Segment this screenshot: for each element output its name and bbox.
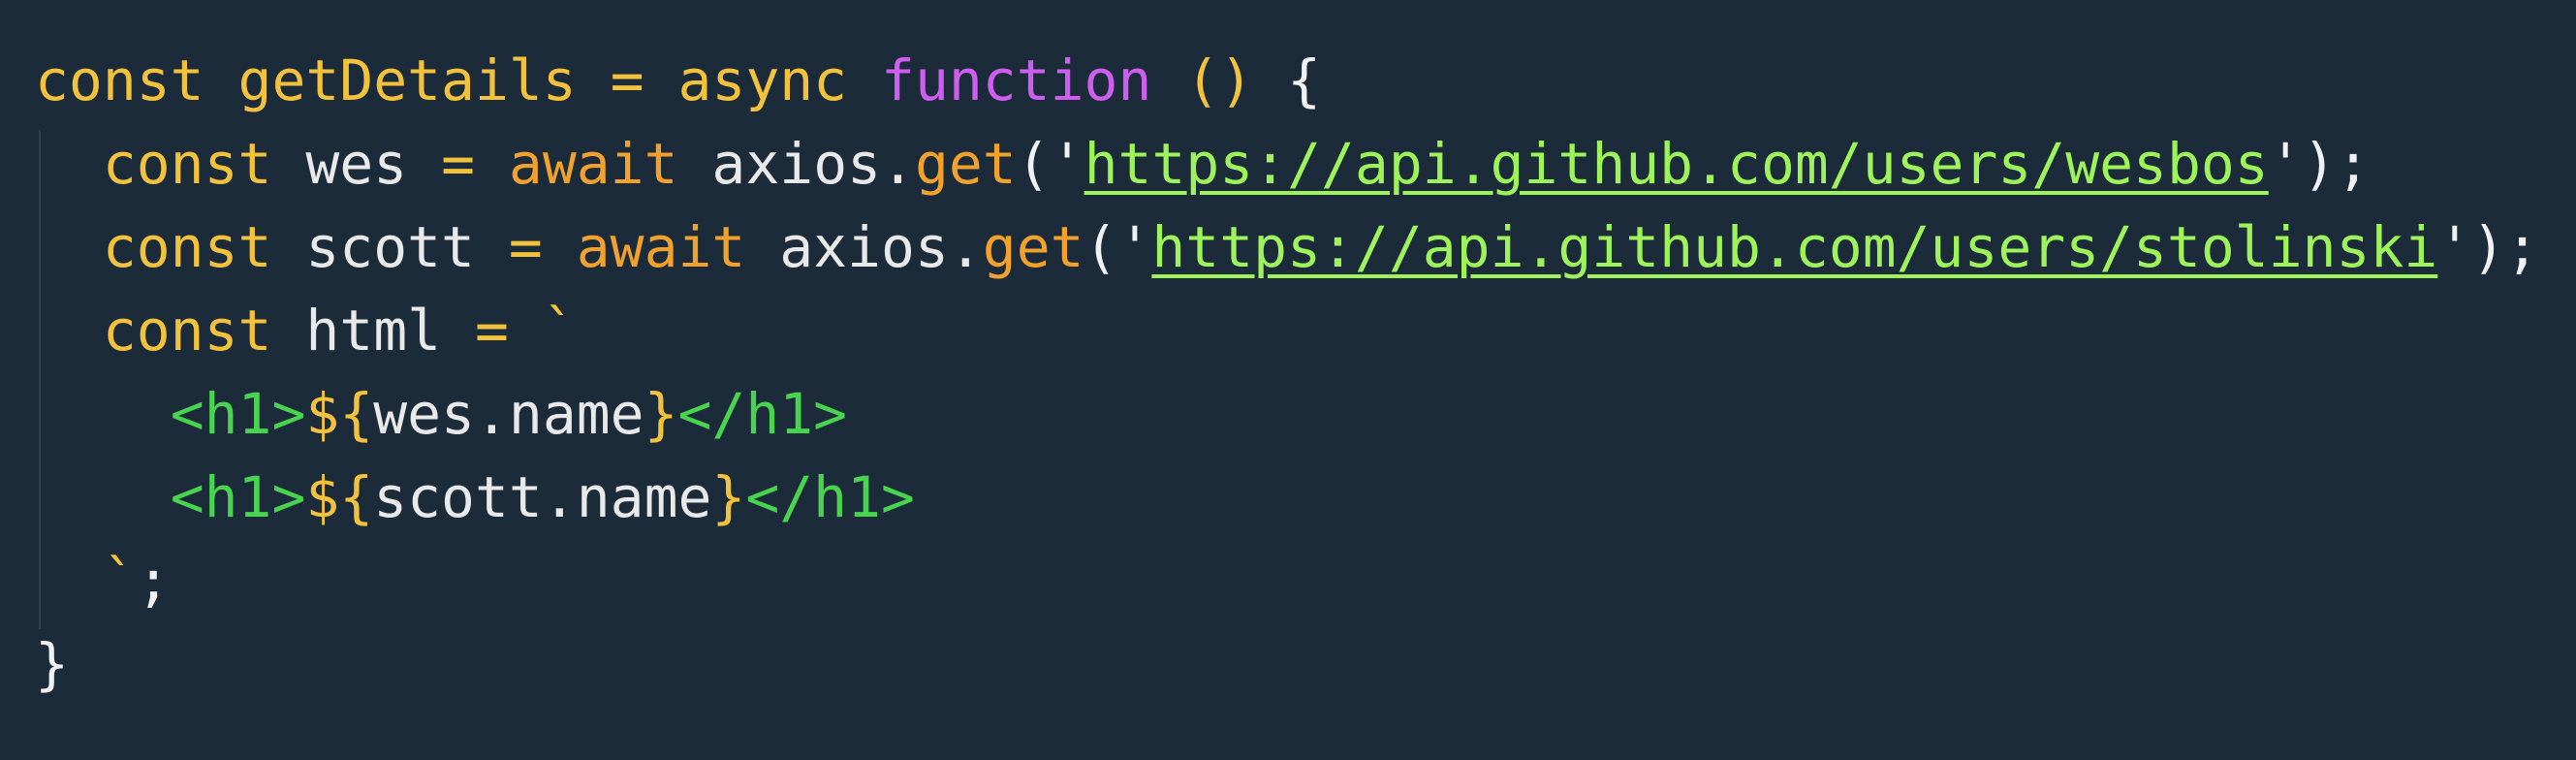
code-token-op: =	[441, 131, 475, 197]
code-line[interactable]: `;	[35, 539, 2539, 622]
code-token-tag: </h1>	[677, 381, 848, 447]
code-token-ident: html	[271, 298, 475, 364]
code-token-ident	[35, 464, 171, 530]
code-editor[interactable]: const getDetails = async function () { c…	[0, 0, 2576, 760]
code-line[interactable]: }	[35, 622, 2539, 706]
code-token-ident	[543, 214, 577, 280]
code-token-ident: axios.	[677, 131, 915, 197]
code-token-ident	[475, 131, 509, 197]
code-token-ident	[1151, 48, 1185, 113]
code-token-kw: const	[102, 298, 272, 364]
code-token-punct: ');	[2437, 214, 2540, 280]
code-token-op: =	[610, 48, 644, 113]
code-token-kw: getDetails	[237, 48, 577, 113]
code-token-op: =	[474, 298, 509, 364]
code-line[interactable]: const scott = await axios.get('https://a…	[35, 206, 2539, 289]
code-token-ident	[35, 131, 103, 197]
code-line[interactable]: const html = `	[35, 289, 2539, 372]
code-token-ident	[577, 48, 611, 113]
code-token-ident	[35, 298, 103, 364]
code-token-ident	[847, 48, 881, 113]
code-token-interp: }	[644, 381, 678, 447]
code-token-ident	[35, 381, 171, 447]
code-token-punct: ');	[2268, 131, 2371, 197]
code-token-ident: axios.	[745, 214, 983, 280]
code-token-ident	[1253, 48, 1287, 113]
code-token-kw: ()	[1185, 48, 1254, 113]
code-token-tag: <h1>	[170, 464, 306, 530]
code-line[interactable]: const getDetails = async function () {	[35, 39, 2539, 122]
code-token-call: get	[914, 131, 1017, 197]
code-token-op: =	[508, 214, 543, 280]
code-token-op: `	[102, 548, 137, 614]
code-token-interp: }	[711, 464, 746, 530]
code-token-interp: ${	[305, 464, 374, 530]
code-token-ident: wes	[271, 131, 442, 197]
code-token-punct: ('	[1016, 131, 1084, 197]
code-token-punct: ;	[136, 548, 171, 614]
code-token-fn: function	[881, 48, 1152, 113]
code-token-tag: </h1>	[745, 464, 915, 530]
code-token-ident	[204, 48, 238, 113]
code-token-kw: async	[677, 48, 848, 113]
code-token-kw: const	[102, 131, 272, 197]
code-token-call: await	[576, 214, 746, 280]
code-token-op: `	[508, 298, 577, 364]
code-token-str[interactable]: https://api.github.com/users/wesbos	[1084, 131, 2269, 197]
code-line[interactable]: const wes = await axios.get('https://api…	[35, 122, 2539, 206]
code-token-tag: <h1>	[170, 381, 306, 447]
code-token-call: await	[508, 131, 678, 197]
code-token-kw: const	[35, 48, 204, 113]
code-token-str[interactable]: https://api.github.com/users/stolinski	[1151, 214, 2437, 280]
code-token-ident: scott	[271, 214, 509, 280]
code-token-ident: scott.name	[373, 464, 712, 530]
code-line[interactable]: <h1>${wes.name}</h1>	[35, 372, 2539, 456]
code-token-ident	[35, 548, 103, 614]
code-token-ident: wes.name	[373, 381, 644, 447]
code-token-call: get	[982, 214, 1084, 280]
code-token-ident	[35, 214, 103, 280]
code-token-punct: ('	[1084, 214, 1152, 280]
code-token-kw: const	[102, 214, 272, 280]
code-token-interp: ${	[305, 381, 374, 447]
code-block[interactable]: const getDetails = async function () { c…	[35, 39, 2539, 706]
code-line[interactable]: <h1>${scott.name}</h1>	[35, 456, 2539, 539]
code-token-brace: }	[35, 631, 69, 697]
code-token-ident	[644, 48, 678, 113]
code-token-brace: {	[1287, 48, 1321, 113]
